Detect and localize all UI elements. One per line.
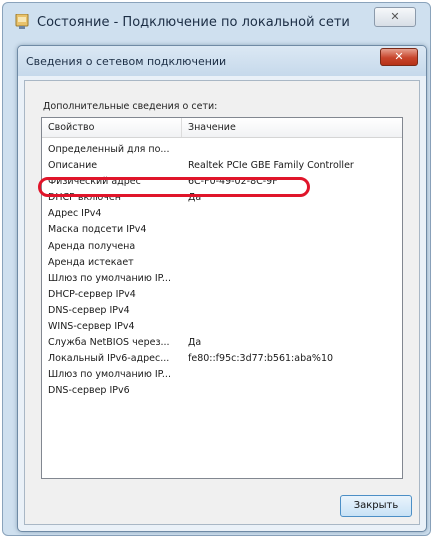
cell-property: Шлюз по умолчанию IP... xyxy=(48,272,171,284)
cell-value: 6C-F0-49-02-8C-9F xyxy=(188,176,278,188)
table-row[interactable]: Шлюз по умолчанию IP... xyxy=(42,368,402,384)
close-button[interactable]: Закрыть xyxy=(340,495,412,517)
cell-property: Адрес IPv4 xyxy=(48,208,102,220)
cell-property: Аренда получена xyxy=(48,240,136,252)
outer-close-button[interactable]: ✕ xyxy=(374,7,416,27)
cell-property: Маска подсети IPv4 xyxy=(48,224,147,236)
dialog-titlebar: Сведения о сетевом подключении ✕ xyxy=(18,46,426,76)
dialog-body: Дополнительные сведения о сети: Свойство… xyxy=(24,80,420,525)
column-header-value[interactable]: Значение xyxy=(182,118,402,137)
network-details-list[interactable]: Свойство Значение Определенный для по...… xyxy=(41,117,403,479)
section-label: Дополнительные сведения о сети: xyxy=(43,101,218,112)
dialog-close-button[interactable]: ✕ xyxy=(380,48,418,66)
table-row[interactable]: DHCP-сервер IPv4 xyxy=(42,288,402,304)
list-rows: Определенный для по... Описание Realtek P… xyxy=(42,143,402,401)
dialog-title: Сведения о сетевом подключении xyxy=(26,55,227,68)
outer-titlebar: Состояние - Подключение по локальной сет… xyxy=(3,3,430,43)
cell-property: DHCP-сервер IPv4 xyxy=(48,288,136,300)
cell-value: Да xyxy=(188,192,202,204)
table-row[interactable]: Адрес IPv4 xyxy=(42,207,402,223)
table-row[interactable]: Служба NetBIOS через... Да xyxy=(42,336,402,352)
cell-value: Realtek PCIe GBE Family Controller xyxy=(188,160,354,172)
table-row[interactable]: Шлюз по умолчанию IP... xyxy=(42,272,402,288)
table-row[interactable]: Описание Realtek PCIe GBE Family Controll… xyxy=(42,159,402,175)
cell-property: Описание xyxy=(48,160,98,172)
cell-property: WINS-сервер IPv4 xyxy=(48,321,135,333)
network-status-window: Состояние - Подключение по локальной сет… xyxy=(2,2,431,536)
outer-window-title: Состояние - Подключение по локальной сет… xyxy=(37,15,350,30)
cell-property: DNS-сервер IPv4 xyxy=(48,304,130,316)
cell-property: Служба NetBIOS через... xyxy=(48,337,170,349)
cell-property: Шлюз по умолчанию IP... xyxy=(48,369,171,381)
table-row[interactable]: Физический адрес 6C-F0-49-02-8C-9F xyxy=(42,175,402,191)
network-adapter-icon xyxy=(15,14,29,29)
cell-property: Локальный IPv6-адрес... xyxy=(48,353,170,365)
list-header: Свойство Значение xyxy=(42,118,402,138)
column-header-property[interactable]: Свойство xyxy=(42,118,182,137)
cell-property: DHCP включен xyxy=(48,192,121,204)
cell-property: DNS-сервер IPv6 xyxy=(48,385,130,397)
table-row[interactable]: Аренда истекает xyxy=(42,256,402,272)
cell-property: Определенный для по... xyxy=(48,144,170,155)
table-row[interactable]: DHCP включен Да xyxy=(42,191,402,207)
cell-value: Да xyxy=(188,337,202,349)
table-row[interactable]: DNS-сервер IPv4 xyxy=(42,304,402,320)
cell-property: Аренда истекает xyxy=(48,256,134,268)
connection-details-dialog: Сведения о сетевом подключении ✕ Дополни… xyxy=(17,45,427,532)
table-row[interactable]: Локальный IPv6-адрес... fe80::f95c:3d77:b… xyxy=(42,352,402,368)
table-row[interactable]: Определенный для по... xyxy=(42,143,402,159)
cell-property: Физический адрес xyxy=(48,176,141,188)
table-row[interactable]: DNS-сервер IPv6 xyxy=(42,384,402,400)
cell-value: fe80::f95c:3d77:b561:aba%10 xyxy=(188,353,334,365)
table-row[interactable]: Аренда получена xyxy=(42,240,402,256)
table-row[interactable]: Маска подсети IPv4 xyxy=(42,223,402,239)
table-row[interactable]: WINS-сервер IPv4 xyxy=(42,320,402,336)
